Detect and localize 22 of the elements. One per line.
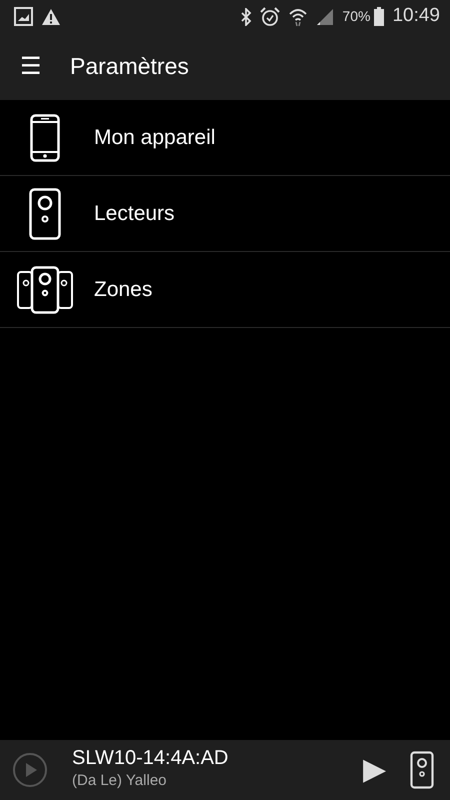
speaker-icon — [29, 188, 61, 240]
menu-icon[interactable]: ☰ — [20, 54, 42, 78]
settings-item[interactable]: Zones — [0, 252, 450, 328]
play-circle-icon — [12, 752, 48, 788]
alarm-icon — [260, 6, 280, 26]
play-button[interactable]: ▶ — [355, 755, 394, 785]
screen-title: Paramètres — [70, 52, 189, 82]
settings-item[interactable]: Mon appareil — [0, 100, 450, 176]
battery-icon — [374, 7, 384, 26]
clock-time: 10:49 — [392, 4, 440, 28]
warning-icon — [41, 8, 61, 26]
track-title: SLW10-14:4A:AD — [72, 747, 230, 770]
bluetooth-icon — [240, 8, 252, 26]
speakers-icon — [16, 266, 74, 314]
wifi-icon — [288, 6, 308, 26]
signal-icon — [316, 8, 334, 26]
track-subtitle: (Da Le) Yalleo — [72, 771, 168, 792]
phone-icon — [30, 114, 60, 162]
speaker-icon — [410, 751, 434, 789]
battery-percent: 70% — [342, 7, 370, 26]
settings-item[interactable]: Lecteurs — [0, 176, 450, 252]
image-icon — [14, 7, 33, 26]
